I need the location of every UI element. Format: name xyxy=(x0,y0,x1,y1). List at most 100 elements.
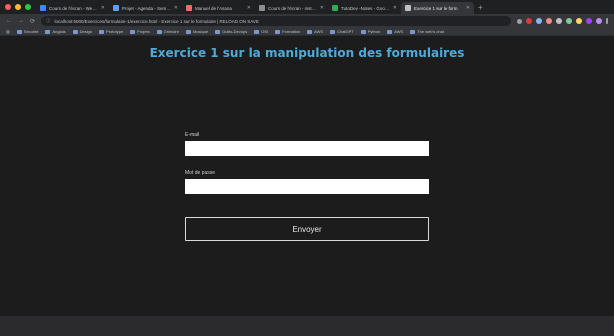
bookmark-label: OSI xyxy=(261,29,269,34)
bookmark-item[interactable]: AWS xyxy=(387,29,403,34)
bookmark-label: AWS xyxy=(314,29,324,34)
bookmark-item[interactable]: AWS xyxy=(307,29,323,34)
submit-button[interactable]: Envoyer xyxy=(185,217,429,241)
bookmark-item[interactable]: Anglais xyxy=(45,29,66,34)
address-bar[interactable]: ⓘ localhost:5000/Exercices/formulaire-1/… xyxy=(41,16,511,26)
bookmark-label: The web's chat xyxy=(417,29,444,34)
bookmark-item[interactable]: Python xyxy=(360,29,381,34)
extensions-area xyxy=(517,18,608,24)
page-title: Exercice 1 sur la manipulation des formu… xyxy=(149,46,465,60)
folder-icon xyxy=(72,29,78,34)
window-controls xyxy=(0,4,36,10)
close-tab-icon[interactable]: ✕ xyxy=(466,5,470,11)
bookmark-item[interactable]: Formation xyxy=(275,29,300,34)
folder-icon xyxy=(275,29,281,34)
bookmark-label: Sécurité xyxy=(23,29,39,34)
extension-icon[interactable] xyxy=(566,18,572,24)
tab-title: Projet - Agenda - Semaine ... xyxy=(122,5,171,11)
new-tab-button[interactable]: + xyxy=(474,3,483,12)
bookmark-label: Projets xyxy=(137,29,150,34)
bookmark-label: Formation xyxy=(282,29,301,34)
apps-icon[interactable]: ▦ xyxy=(6,29,10,34)
folder-icon xyxy=(130,29,136,34)
browser-tab-strip: Cours de l'écran - Website el...✕Projet … xyxy=(0,0,614,14)
bookmark-item[interactable]: Grimoire xyxy=(156,29,179,34)
browser-tab[interactable]: Projet - Agenda - Semaine ...✕ xyxy=(109,2,182,14)
tab-favicon-icon xyxy=(113,5,119,11)
extension-icon[interactable] xyxy=(536,18,542,24)
bookmark-item[interactable]: Sécurité xyxy=(16,29,39,34)
tab-title: Exercice 1 sur le form xyxy=(414,5,458,11)
password-label: Mot de passe xyxy=(185,170,216,176)
close-tab-icon[interactable]: ✕ xyxy=(320,5,324,11)
back-icon[interactable]: ← xyxy=(6,18,12,24)
bookmark-label: Outils-Devops xyxy=(222,29,248,34)
extension-icon[interactable] xyxy=(586,18,592,24)
bookmark-label: Design xyxy=(79,29,93,34)
tab-favicon-icon xyxy=(332,5,338,11)
browser-tab[interactable]: Exercice 1 sur le form ✕ xyxy=(401,2,474,14)
bookmark-item[interactable]: Musique xyxy=(185,29,209,34)
password-field[interactable] xyxy=(185,179,429,194)
window-bottom-area xyxy=(0,316,614,336)
extension-icon[interactable] xyxy=(546,18,552,24)
bookmark-label: AWS xyxy=(394,29,404,34)
folder-icon xyxy=(307,29,313,34)
close-tab-icon[interactable]: ✕ xyxy=(247,5,251,11)
bookmark-label: Musique xyxy=(192,29,209,34)
reload-icon[interactable]: ⟳ xyxy=(30,18,35,25)
folder-icon xyxy=(156,29,162,34)
tab-title: Cours de l'écran - instruct... xyxy=(268,5,317,11)
browser-tab[interactable]: Cours de l'écran - instruct...✕ xyxy=(255,2,328,14)
folder-icon xyxy=(387,29,393,34)
tab-favicon-icon xyxy=(186,5,192,11)
tab-title: TutoDev -Notes - Google s... xyxy=(341,5,390,11)
forward-icon[interactable]: → xyxy=(18,18,24,24)
close-window-icon[interactable] xyxy=(5,4,11,10)
folder-icon xyxy=(16,29,22,34)
folder-icon xyxy=(410,29,416,34)
extension-icon[interactable] xyxy=(576,18,582,24)
close-tab-icon[interactable]: ✕ xyxy=(174,5,178,11)
site-info-icon[interactable]: ⓘ xyxy=(46,18,51,24)
email-field[interactable] xyxy=(185,141,429,156)
folder-icon xyxy=(330,29,336,34)
bookmark-item[interactable]: OSI xyxy=(254,29,268,34)
bookmark-item[interactable]: Prototype xyxy=(99,29,123,34)
bookmark-item[interactable]: Outils-Devops xyxy=(215,29,247,34)
bookmark-label: Prototype xyxy=(106,29,124,34)
email-label: E-mail xyxy=(185,132,200,138)
browser-tab[interactable]: Manuel de l'Asana ✕ xyxy=(182,2,255,14)
bookmark-item[interactable]: Projets xyxy=(130,29,150,34)
menu-icon[interactable] xyxy=(606,18,608,24)
close-tab-icon[interactable]: ✕ xyxy=(393,5,397,11)
folder-icon xyxy=(254,29,260,34)
profile-avatar[interactable] xyxy=(596,18,602,24)
browser-tab[interactable]: Cours de l'écran - Website el...✕ xyxy=(36,2,109,14)
bookmarks-bar: ▦ Sécurité Anglais Design Prototype Projets G… xyxy=(0,28,614,36)
extension-icon[interactable] xyxy=(556,18,562,24)
folder-icon xyxy=(45,29,51,34)
browser-toolbar: ← → ⟳ ⓘ localhost:5000/Exercices/formula… xyxy=(0,14,614,28)
bookmark-label: Python xyxy=(367,29,381,34)
page-content: Exercice 1 sur la manipulation des formu… xyxy=(0,36,614,316)
tab-title: Cours de l'écran - Website el... xyxy=(49,5,98,11)
folder-icon xyxy=(215,29,221,34)
tab-favicon-icon xyxy=(259,5,265,11)
bookmark-item[interactable]: Design xyxy=(72,29,93,34)
maximize-window-icon[interactable] xyxy=(25,4,31,10)
folder-icon xyxy=(360,29,366,34)
bookmark-item[interactable]: ChatGPT xyxy=(330,29,354,34)
close-tab-icon[interactable]: ✕ xyxy=(101,5,105,11)
bookmark-label: Anglais xyxy=(52,29,66,34)
bookmark-item[interactable]: The web's chat xyxy=(410,29,444,34)
bookmark-label: Grimoire xyxy=(163,29,179,34)
extension-icon[interactable] xyxy=(526,18,532,24)
browser-tab[interactable]: TutoDev -Notes - Google s...✕ xyxy=(328,2,401,14)
minimize-window-icon[interactable] xyxy=(15,4,21,10)
tab-title: Manuel de l'Asana xyxy=(195,5,232,11)
address-bar-url: localhost:5000/Exercices/formulaire-1/ex… xyxy=(54,18,259,24)
bookmark-label: ChatGPT xyxy=(337,29,354,34)
bookmark-star-icon[interactable] xyxy=(517,18,522,24)
tab-favicon-icon xyxy=(40,5,46,11)
